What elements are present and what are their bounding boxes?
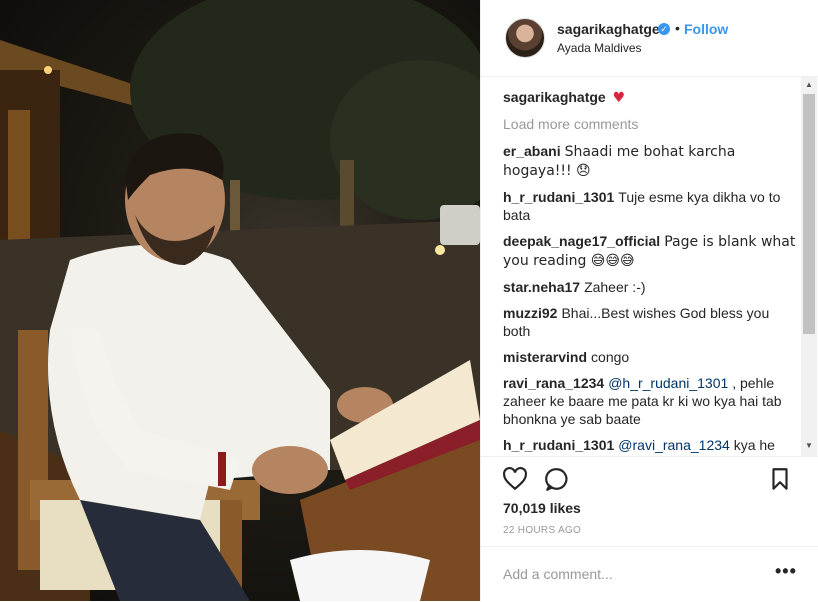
left-hand: [252, 446, 328, 494]
scroll-up-arrow-icon[interactable]: ▲: [805, 80, 813, 89]
avatar[interactable]: [505, 18, 545, 58]
caption: sagarikaghatge ♥: [503, 88, 799, 107]
bookmark-icon[interactable]: [767, 466, 793, 492]
comment-username[interactable]: star.neha17: [503, 279, 580, 295]
more-options-icon[interactable]: •••: [775, 561, 797, 582]
comment-username[interactable]: misterarvind: [503, 349, 587, 365]
comment-item: h_r_rudani_1301 Tuje esme kya dikha vo to…: [503, 188, 799, 224]
scroll-down-arrow-icon[interactable]: ▼: [805, 441, 813, 450]
comments-list: sagarikaghatge ♥ Load more comments er_a…: [503, 88, 799, 454]
comment-mention[interactable]: @ravi_rana_1234: [618, 437, 730, 453]
comment-box: •••: [481, 546, 818, 602]
comment-item: ravi_rana_1234 @h_r_rudani_1301 , pehle z…: [503, 374, 799, 428]
profile-username[interactable]: sagarikaghatge: [557, 21, 660, 37]
comment-username[interactable]: h_r_rudani_1301: [503, 437, 614, 453]
comment-mention[interactable]: @h_r_rudani_1301: [608, 375, 728, 391]
comment-item: er_abani Shaadi me bohat karcha hogaya!!!…: [503, 142, 799, 180]
comment-username[interactable]: muzzi92: [503, 305, 557, 321]
heart-emoji: ♥: [612, 90, 626, 106]
comment-item: deepak_nage17_official Page is blank what…: [503, 232, 799, 270]
post-sidebar: sagarikaghatge ✓ • Follow Ayada Maldives…: [480, 0, 818, 601]
comment-username[interactable]: ravi_rana_1234: [503, 375, 604, 391]
napkin: [290, 550, 430, 601]
heart-icon[interactable]: [502, 466, 528, 492]
likes-count[interactable]: 70,019 likes: [503, 500, 581, 516]
add-comment-input[interactable]: [503, 563, 763, 585]
post-timestamp[interactable]: 22 HOURS AGO: [503, 525, 581, 536]
comment-item: h_r_rudani_1301@ravi_rana_1234 kya he ba…: [503, 436, 799, 454]
photo-illustration: [0, 0, 480, 601]
buggy-cart: [440, 205, 480, 245]
comment-text: Zaheer :-): [584, 279, 646, 295]
comment-item: star.neha17 Zaheer :-): [503, 278, 799, 296]
wristband: [218, 452, 226, 486]
load-more-comments-button[interactable]: Load more comments: [503, 115, 799, 133]
lamp-light: [44, 66, 52, 74]
ground-light: [435, 245, 445, 255]
comment-item: muzzi92 Bhai...Best wishes God bless you …: [503, 304, 799, 340]
comment-icon[interactable]: [544, 466, 570, 492]
comment-item: misterarvind congo: [503, 348, 799, 366]
comments-scrollbar[interactable]: ▲ ▼: [801, 76, 817, 456]
comment-username[interactable]: deepak_nage17_official: [503, 233, 660, 249]
comment-username[interactable]: er_abani: [503, 143, 561, 159]
post-header: sagarikaghatge ✓ • Follow Ayada Maldives: [481, 0, 818, 77]
verified-icon: ✓: [658, 23, 670, 35]
comment-text: congo: [591, 349, 630, 365]
location-link[interactable]: Ayada Maldives: [557, 41, 642, 55]
caption-username[interactable]: sagarikaghatge: [503, 89, 606, 105]
separator-dot: •: [675, 20, 680, 36]
comment-username[interactable]: h_r_rudani_1301: [503, 189, 614, 205]
action-bar: [481, 456, 818, 501]
scrollbar-thumb[interactable]: [803, 94, 815, 334]
post-photo: [0, 0, 480, 601]
follow-button[interactable]: Follow: [684, 21, 728, 37]
